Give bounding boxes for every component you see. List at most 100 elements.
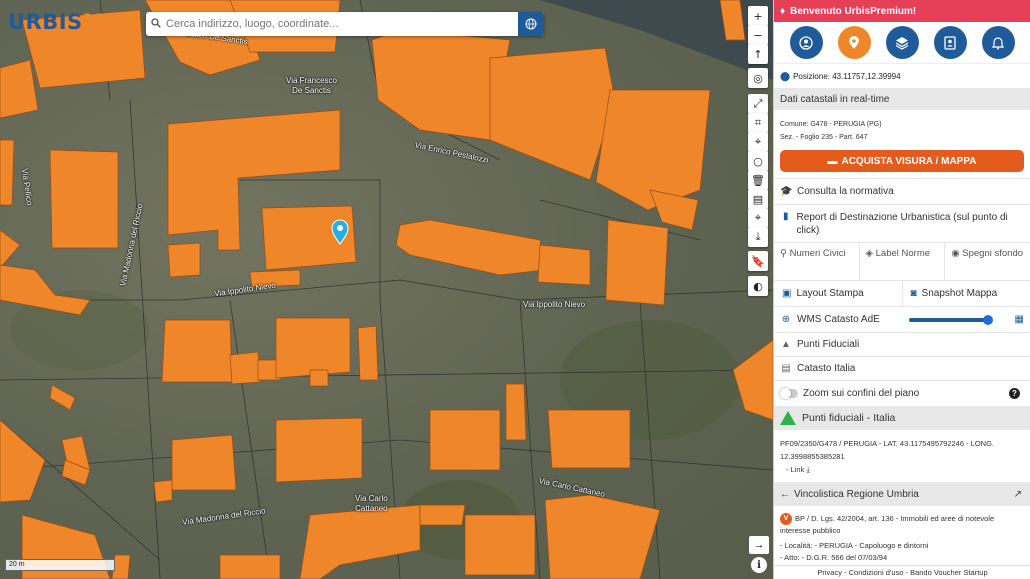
position-text: Posizione: 43.11757,12.39994 <box>793 71 901 81</box>
layout-stampa-label: Layout Stampa <box>796 288 864 299</box>
vincolo-line: BP / D. Lgs. 42/2004, art. 136 - Immobil… <box>780 514 995 536</box>
vincolo-line: - Località: - PERUGIA - Capoluogo e dint… <box>780 541 929 551</box>
buy-button-label: ACQUISTA VISURA / MAPPA <box>841 155 977 167</box>
printer-icon: ▣ <box>782 288 792 299</box>
trash-icon[interactable]: 🗑 <box>748 170 768 190</box>
vincolistica-title: Vincolistica Regione Umbria <box>794 488 919 500</box>
layers-list-icon[interactable]: ▤ <box>748 189 768 209</box>
slider-knob[interactable] <box>983 314 993 325</box>
map-marker-icon: ⬤ <box>780 70 791 81</box>
street-label: Via Carlo Cattaneo <box>355 494 388 513</box>
external-link-icon[interactable]: ↗ <box>1014 489 1022 500</box>
measure-area-icon[interactable]: ⌗ <box>748 113 768 133</box>
card-icon: ▬ <box>827 155 838 167</box>
fiduciali-link[interactable]: - Link ⤓ <box>780 463 1024 476</box>
user-icon[interactable] <box>789 26 823 59</box>
snapshot-button[interactable]: ◙ Snapshot Mappa <box>903 281 1030 306</box>
punti-fiduciali-label: Punti Fiduciali <box>797 339 860 350</box>
cadastral-info: Comune: G478 - PERUGIA (PG) Sez. - Fogli… <box>774 110 1030 144</box>
foglio-text: Sez. - Foglio 235 - Part. 647 <box>780 134 868 141</box>
wms-opacity-slider[interactable] <box>909 314 993 325</box>
map-options-row: ⚲ Numeri Civici ◈ Label Norme ◉ Spegni s… <box>774 242 1030 280</box>
zoom-confini-toggle[interactable] <box>780 388 798 399</box>
fiduciali-title: Punti fiduciali - Italia <box>802 412 896 424</box>
fiduciali-body: PF09/2350/G478 / PERUGIA - LAT. 43.11754… <box>774 430 1030 476</box>
comune-text: Comune: G478 - PERUGIA (PG) <box>780 121 882 128</box>
measure-line-icon[interactable]: ⤢ <box>748 94 768 114</box>
diamond-icon: ♦ <box>780 5 786 17</box>
help-icon[interactable]: ? <box>1009 388 1020 399</box>
bookmark-icon[interactable]: 🔖 <box>748 251 768 271</box>
pin-icon[interactable]: ⌖ <box>748 132 768 152</box>
search-input[interactable] <box>166 18 518 30</box>
label-norme-label: Label Norme <box>875 248 931 259</box>
contrast-icon[interactable]: ◐ <box>748 276 768 296</box>
position-row: ⬤ Posizione: 43.11757,12.39994 <box>774 64 1030 88</box>
logo-text: URBIS <box>8 10 83 34</box>
punti-fiduciali-row[interactable]: ▲ Punti Fiduciali <box>774 332 1030 356</box>
numeri-civici-label: Numeri Civici <box>789 248 846 259</box>
vincolo-line: - Atto: - D.G.R. 566 del 07/03/94 <box>780 553 888 563</box>
vincolo-badge: V <box>780 513 792 526</box>
arrow-left-icon: ← <box>780 488 790 500</box>
pin-icon: ⚲ <box>780 248 787 259</box>
print-row: ▣ Layout Stampa ◙ Snapshot Mappa <box>774 280 1030 306</box>
spegni-sfondo-toggle[interactable]: ◉ Spegni sfondo <box>945 243 1030 280</box>
link-label: - Link <box>786 465 805 474</box>
snapshot-label: Snapshot Mappa <box>921 288 998 299</box>
map-view[interactable]: Via Francesco De Sanctis cesco De Sanctis… <box>0 0 773 579</box>
map-canvas[interactable] <box>0 0 773 579</box>
camera-icon: ◙ <box>910 288 917 299</box>
street-label: Via Ippolito Nievo <box>523 300 586 309</box>
scale-bar: 20 m <box>5 559 115 571</box>
globe-icon[interactable] <box>518 12 544 36</box>
urbismap-logo[interactable]: URBISMAP <box>8 10 137 34</box>
catasto-italia-label: Catasto Italia <box>797 363 856 374</box>
label-norme-toggle[interactable]: ◈ Label Norme <box>860 243 946 280</box>
logo-text: MAP <box>82 10 137 34</box>
layers-icon[interactable] <box>885 26 919 59</box>
eye-slash-icon: ◉ <box>951 248 960 259</box>
north-arrow-button[interactable]: ↑ <box>748 44 768 64</box>
info-icon[interactable]: i <box>751 557 767 573</box>
document-icon: ▮ <box>783 211 789 222</box>
vincolistica-header[interactable]: ← Vincolistica Regione Umbria ↗ <box>774 482 1030 506</box>
fiduciali-section-header: Punti fiduciali - Italia <box>774 406 1030 430</box>
collapse-panel-icon[interactable]: → <box>749 536 769 554</box>
download-icon: ⤓ <box>806 465 810 474</box>
contact-card-icon[interactable] <box>933 26 967 59</box>
download-icon[interactable]: ⤓ <box>748 227 768 247</box>
wms-row: ⊕ WMS Catasto AdE ▦ <box>774 306 1030 332</box>
wms-label: WMS Catasto AdE <box>797 314 880 325</box>
locate-icon[interactable]: ◎ <box>748 68 768 88</box>
zoom-in-button[interactable]: + <box>748 6 768 26</box>
numeri-civici-toggle[interactable]: ⚲ Numeri Civici <box>774 243 860 280</box>
zoom-out-button[interactable]: − <box>748 25 768 45</box>
marker-icon[interactable]: ⌖ <box>748 208 768 228</box>
archive-icon[interactable]: ▦ <box>1015 314 1024 325</box>
welcome-text: Benvenuto UrbisPremium! <box>790 5 917 17</box>
vincolistica-body: V BP / D. Lgs. 42/2004, art. 136 - Immobi… <box>774 506 1030 564</box>
fiduciali-line: PF09/2350/G478 / PERUGIA - LAT. 43.11754… <box>780 439 995 448</box>
panel-header: ♦ Benvenuto UrbisPremium! <box>774 0 1030 22</box>
side-panel: ♦ Benvenuto UrbisPremium! ⬤ Posizione: 4… <box>773 0 1030 579</box>
circle-icon[interactable]: ○ <box>748 151 768 171</box>
report-link[interactable]: ▮ Report di Destinazione Urbanistica (su… <box>774 204 1030 242</box>
bell-icon[interactable] <box>981 26 1015 59</box>
globe-icon: ⊕ <box>781 314 791 325</box>
zoom-confini-label: Zoom sui confini del piano <box>803 388 920 399</box>
buildings <box>0 0 773 579</box>
fiduciali-line: 12.3998855385281 <box>780 452 845 461</box>
green-triangle-icon <box>780 411 796 425</box>
graduation-cap-icon: 🎓 <box>780 186 793 197</box>
panel-tabs <box>774 22 1030 64</box>
catasto-italia-row[interactable]: ▤ Catasto Italia <box>774 356 1030 380</box>
footer-links[interactable]: Privacy - Condizioni d'uso - Bando Vouch… <box>774 565 1030 579</box>
layout-stampa-button[interactable]: ▣ Layout Stampa <box>774 281 903 306</box>
normativa-link[interactable]: 🎓 Consulta la normativa <box>774 178 1030 204</box>
search-bar <box>146 12 544 36</box>
triangle-icon: ▲ <box>781 339 791 350</box>
normativa-label: Consulta la normativa <box>797 186 894 197</box>
location-pin-icon[interactable] <box>837 26 871 59</box>
buy-visura-button[interactable]: ▬ ACQUISTA VISURA / MAPPA <box>780 150 1024 172</box>
